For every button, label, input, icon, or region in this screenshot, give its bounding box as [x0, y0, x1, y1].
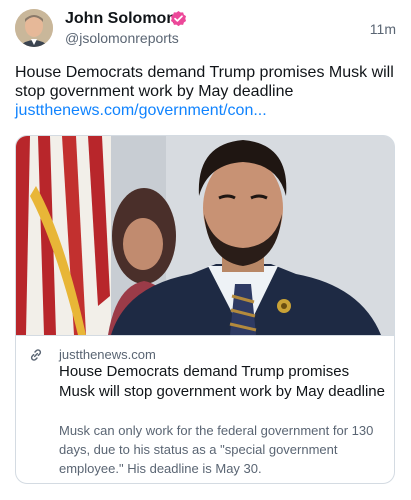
link-chain-icon — [30, 349, 42, 361]
post-timestamp[interactable]: 11m — [370, 21, 396, 37]
link-preview-domain: justthenews.com — [59, 347, 156, 362]
post-text: House Democrats demand Trump promises Mu… — [15, 64, 394, 100]
link-preview-title: House Democrats demand Trump promises Mu… — [59, 363, 385, 400]
verified-badge-icon — [170, 10, 187, 27]
post-link[interactable]: justthenews.com/government/con... — [15, 101, 267, 120]
post: John Solomon @jsolomonreports 11m House … — [0, 0, 411, 500]
link-preview-card[interactable]: justthenews.com House Democrats demand T… — [15, 135, 395, 484]
link-preview-description: Musk can only work for the federal gover… — [59, 423, 374, 476]
author-handle[interactable]: @jsolomonreports — [65, 30, 179, 46]
link-preview-image — [16, 136, 394, 336]
author-avatar[interactable] — [15, 9, 53, 47]
author-name[interactable]: John Solomon — [65, 10, 176, 28]
avatar-image — [15, 9, 53, 47]
